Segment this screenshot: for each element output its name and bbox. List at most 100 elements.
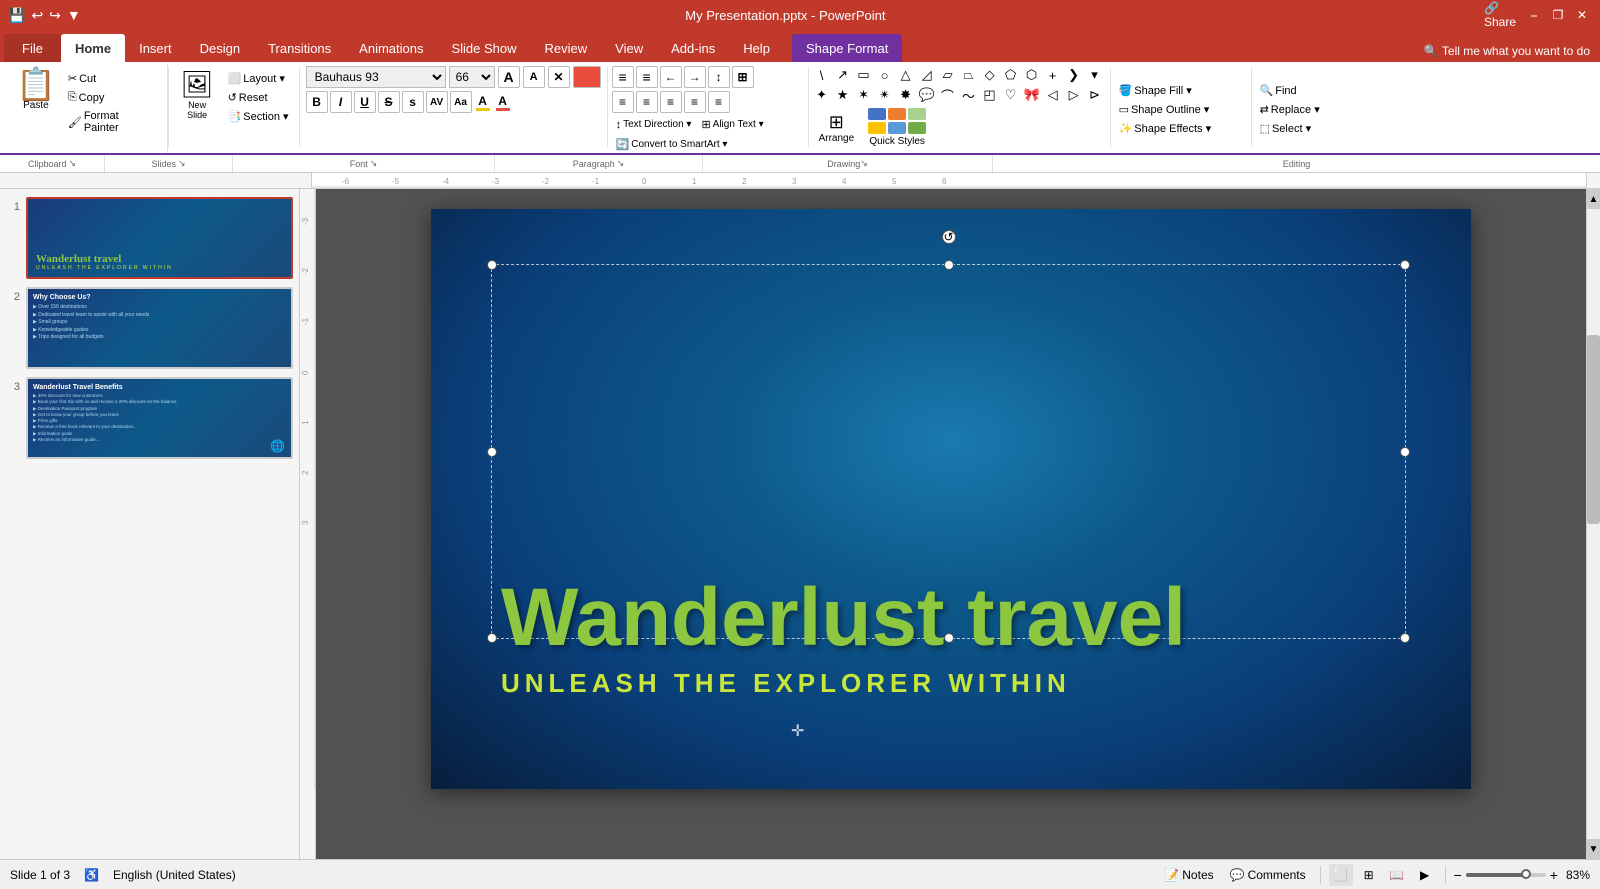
handle-mid-right[interactable] xyxy=(1400,447,1410,457)
font-label-bottom[interactable]: Font ↘ xyxy=(233,155,495,172)
quick-styles-button[interactable]: Quick Styles xyxy=(864,106,930,149)
font-size-select[interactable]: 66 xyxy=(449,66,495,88)
copy-button[interactable]: ⎘ Copy xyxy=(64,89,123,106)
text-direction-button[interactable]: ↕Text Direction ▾ xyxy=(612,117,696,133)
format-painter-button[interactable]: 🖌 Format Painter xyxy=(64,108,123,136)
reading-view-button[interactable]: 📖 xyxy=(1385,864,1409,886)
normal-view-button[interactable]: ⬜ xyxy=(1329,864,1353,886)
layout-button[interactable]: ⬜Layout ▾ xyxy=(224,70,293,87)
paste-button[interactable]: 📋 Paste xyxy=(8,66,64,113)
shape-oval[interactable]: ○ xyxy=(876,66,894,84)
distributed-button[interactable]: ≡ xyxy=(708,91,730,113)
tab-view[interactable]: View xyxy=(601,34,657,62)
shape-arc[interactable]: ⌒ xyxy=(939,86,957,104)
tab-slideshow[interactable]: Slide Show xyxy=(437,34,530,62)
increase-indent-button[interactable]: → xyxy=(684,66,706,88)
slideshow-view-button[interactable]: ▶ xyxy=(1413,864,1437,886)
shape-ribbon[interactable]: 🎀 xyxy=(1023,86,1041,104)
zoom-in-button[interactable]: + xyxy=(1550,867,1558,883)
slide-3-thumbnail[interactable]: 3 Wanderlust Travel Benefits ▶ 30% disco… xyxy=(6,377,293,459)
shape-fill-button[interactable]: 🪣 Shape Fill ▾ xyxy=(1115,82,1247,99)
handle-bot-left[interactable] xyxy=(487,633,497,643)
slide-2-thumbnail[interactable]: 2 Why Choose Us? ▶ Over 150 destinations… xyxy=(6,287,293,369)
handle-top-center[interactable] xyxy=(944,260,954,270)
tab-transitions[interactable]: Transitions xyxy=(254,34,345,62)
shape-star8[interactable]: ✴ xyxy=(876,86,894,104)
editing-label-bottom[interactable]: Editing xyxy=(993,155,1600,172)
shape-rtriangle[interactable]: ◿ xyxy=(918,66,936,84)
columns-button[interactable]: ⊞ xyxy=(732,66,754,88)
increase-font-button[interactable]: A xyxy=(498,66,520,88)
shape-callout[interactable]: 💬 xyxy=(918,86,936,104)
tab-insert[interactable]: Insert xyxy=(125,34,186,62)
shape-heart[interactable]: ♡ xyxy=(1002,86,1020,104)
line-spacing-button[interactable]: ↕ xyxy=(708,66,730,88)
slide-sorter-button[interactable]: ⊞ xyxy=(1357,864,1381,886)
notes-button[interactable]: 📝 Notes xyxy=(1158,866,1219,884)
select-button[interactable]: ⬚Select ▾ xyxy=(1256,120,1348,137)
font-name-select[interactable]: Bauhaus 93 xyxy=(306,66,446,88)
align-right-button[interactable]: ≡ xyxy=(660,91,682,113)
shape-triangle[interactable]: △ xyxy=(897,66,915,84)
shape-diamond[interactable]: ◇ xyxy=(981,66,999,84)
change-case-button[interactable]: Aa xyxy=(450,91,472,113)
handle-mid-left[interactable] xyxy=(487,447,497,457)
canvas-area[interactable]: ↺ Wanderlust travel UNLEASH THE EXPLORER… xyxy=(316,189,1586,859)
maximize-button[interactable]: ❐ xyxy=(1548,5,1568,25)
zoom-slider[interactable] xyxy=(1466,873,1546,877)
drawing-label-bottom[interactable]: Drawing ↘ xyxy=(703,155,993,172)
tab-home[interactable]: Home xyxy=(61,34,125,62)
accessibility-icon[interactable]: ♿ xyxy=(84,868,99,882)
handle-top-right[interactable] xyxy=(1400,260,1410,270)
tab-help[interactable]: Help xyxy=(729,34,784,62)
shape-misc2[interactable]: ▷ xyxy=(1065,86,1083,104)
slide-1-thumbnail[interactable]: 1 Wanderlust travel UNLEASH THE EXPLORER… xyxy=(6,197,293,279)
shape-pentagon[interactable]: ⬠ xyxy=(1002,66,1020,84)
language[interactable]: English (United States) xyxy=(113,868,236,882)
undo-icon[interactable]: ↩ xyxy=(31,7,43,24)
strikethrough-button[interactable]: S xyxy=(378,91,400,113)
font-color-picker[interactable] xyxy=(573,66,601,88)
tab-shapeformat[interactable]: Shape Format xyxy=(792,34,902,62)
slides-label-bottom[interactable]: Slides ↘ xyxy=(105,155,233,172)
reset-button[interactable]: ↺Reset xyxy=(224,89,293,106)
shape-outline-button[interactable]: ▭ Shape Outline ▾ xyxy=(1115,101,1247,118)
save-icon[interactable]: 💾 xyxy=(8,7,25,24)
zoom-out-button[interactable]: − xyxy=(1454,867,1462,883)
shape-misc3[interactable]: ⊳ xyxy=(1086,86,1104,104)
shape-chevron[interactable]: ❯ xyxy=(1065,66,1083,84)
share-button[interactable]: 🔗 Share xyxy=(1490,5,1510,25)
minimize-button[interactable]: ⎯ xyxy=(1524,5,1544,25)
decrease-font-button[interactable]: A xyxy=(523,66,545,88)
shape-rect[interactable]: ▭ xyxy=(855,66,873,84)
subtitle[interactable]: UNLEASH THE EXPLORER WITHIN xyxy=(501,668,1071,699)
underline-button[interactable]: U xyxy=(354,91,376,113)
char-spacing-button[interactable]: AV xyxy=(426,91,448,113)
highlight-color-button[interactable]: A xyxy=(474,93,492,112)
convert-smartart-button[interactable]: 🔄Convert to SmartArt ▾ xyxy=(612,136,804,153)
numbering-button[interactable]: ≡ xyxy=(636,66,658,88)
shape-hexagon[interactable]: ⬡ xyxy=(1023,66,1041,84)
shape-arrow[interactable]: ↗ xyxy=(834,66,852,84)
tab-review[interactable]: Review xyxy=(531,34,602,62)
shapes-more[interactable]: ▾ xyxy=(1086,66,1104,84)
handle-bot-right[interactable] xyxy=(1400,633,1410,643)
rotate-handle[interactable]: ↺ xyxy=(942,230,956,244)
align-left-button[interactable]: ≡ xyxy=(612,91,634,113)
tab-animations[interactable]: Animations xyxy=(345,34,437,62)
decrease-indent-button[interactable]: ← xyxy=(660,66,682,88)
shape-explosion1[interactable]: ✸ xyxy=(897,86,915,104)
arrange-button[interactable]: ⊞ Arrange xyxy=(813,110,861,146)
bullets-button[interactable]: ≡ xyxy=(612,66,634,88)
customize-icon[interactable]: ▼ xyxy=(67,7,81,23)
clipboard-label-bottom[interactable]: Clipboard ↘ xyxy=(0,155,105,172)
new-slide-button[interactable]: 🖼 New Slide xyxy=(175,66,220,123)
italic-button[interactable]: I xyxy=(330,91,352,113)
paragraph-label-bottom[interactable]: Paragraph ↘ xyxy=(495,155,703,172)
shape-star5[interactable]: ★ xyxy=(834,86,852,104)
shape-snip[interactable]: ◰ xyxy=(981,86,999,104)
shape-parallelogram[interactable]: ▱ xyxy=(939,66,957,84)
shape-star4[interactable]: ✦ xyxy=(813,86,831,104)
section-button[interactable]: 📑Section ▾ xyxy=(224,108,293,125)
redo-icon[interactable]: ↪ xyxy=(49,7,61,24)
